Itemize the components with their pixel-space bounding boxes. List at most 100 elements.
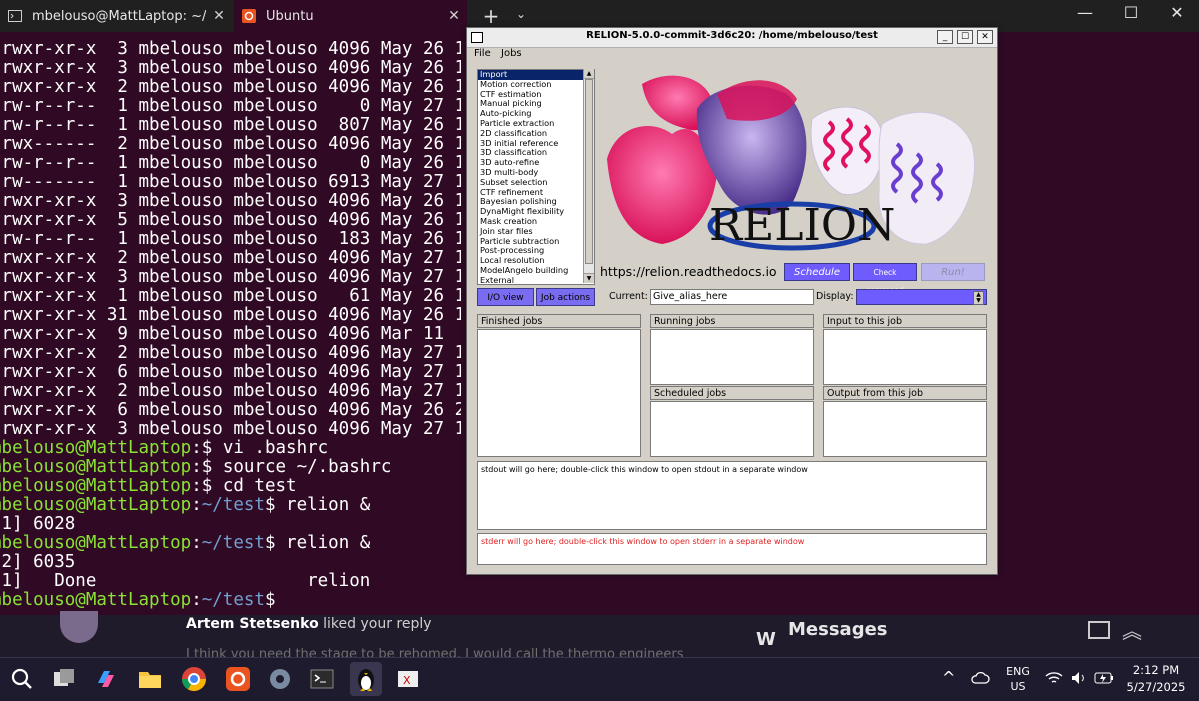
job-type-list[interactable]: Import Motion correction CTF estimation Man… [477, 69, 595, 285]
running-jobs-header: Running jobs [650, 314, 814, 328]
linux-tux-icon[interactable] [350, 662, 382, 696]
prompt-user: mbelouso@MattLaptop [0, 477, 192, 496]
terminal-line: drwxr-xr-x 2 mbelouso mbelouso 4096 May … [0, 382, 461, 401]
scroll-thumb[interactable] [585, 79, 593, 264]
maximize-button[interactable]: ☐ [957, 30, 973, 44]
menu-jobs[interactable]: Jobs [501, 48, 522, 59]
lang-text: ENG [1006, 665, 1030, 678]
ubuntu-icon[interactable] [224, 665, 252, 693]
maximize-button[interactable]: ☐ [1108, 0, 1154, 28]
taskbar: X ^ ENG US 2:12 PM 5/27/2025 [0, 657, 1199, 701]
ubuntu-icon [242, 9, 256, 23]
background-app: Artem Stetsenko liked your reply I think… [0, 611, 1199, 662]
terminal-line: [1] Done relion [0, 572, 371, 591]
finished-jobs-list[interactable] [477, 329, 641, 457]
minimize-button[interactable]: _ [937, 30, 953, 44]
prompt-user: mbelouso@MattLaptop [0, 534, 192, 553]
terminal-line: -rw-r--r-- 1 mbelouso mbelouso 0 May 27 … [0, 97, 461, 116]
terminal-line: drwxr-xr-x 2 mbelouso mbelouso 4096 May … [0, 78, 461, 97]
search-icon[interactable] [8, 665, 36, 693]
new-tab-icon[interactable]: + [480, 4, 502, 28]
tab-label: Ubuntu [266, 8, 314, 24]
terminal-output[interactable]: drwxr-xr-x 3 mbelouso mbelouso 4096 May … [0, 40, 461, 610]
stderr-text: stderr will go here; double-click this w… [481, 537, 805, 546]
running-jobs-list[interactable] [650, 329, 814, 385]
prompt-separator: : [191, 477, 202, 496]
volume-icon[interactable] [1070, 670, 1088, 689]
avatar [60, 611, 98, 643]
close-button[interactable]: ✕ [1154, 0, 1199, 28]
relion-menubar: File Jobs [467, 48, 997, 62]
input-job-list[interactable] [823, 329, 987, 385]
terminal-line: -rwxr-xr-x 1 mbelouso mbelouso 61 May 26… [0, 287, 461, 306]
compose-icon[interactable] [1088, 621, 1110, 639]
language-indicator[interactable]: ENG US [1006, 664, 1030, 694]
run-button[interactable]: Run! [921, 263, 985, 281]
prompt-user: mbelouso@MattLaptop [0, 591, 192, 610]
terminal-icon[interactable] [308, 665, 336, 693]
prompt-dollar: $ [264, 496, 287, 515]
scroll-down-icon[interactable]: ▼ [584, 273, 594, 283]
stdout-box[interactable]: stdout will go here; double-click this w… [477, 461, 987, 530]
clock-time: 2:12 PM [1132, 663, 1180, 677]
prompt-separator: : [191, 534, 202, 553]
relion-titlebar: RELION-5.0.0-commit-3d6c20: /home/mbelou… [467, 28, 997, 48]
task-view-icon[interactable] [50, 665, 78, 693]
system-clock[interactable]: 2:12 PM 5/27/2025 [1118, 662, 1194, 696]
command-text: source ~/.bashrc [222, 458, 392, 477]
minimize-button[interactable]: — [1062, 0, 1108, 28]
liker-name[interactable]: Artem Stetsenko [186, 616, 319, 632]
notification-text: Artem Stetsenko liked your reply [186, 616, 432, 632]
terminal-line: drwxr-xr-x 3 mbelouso mbelouso 4096 May … [0, 420, 461, 439]
terminal-line: drwxr-xr-x 6 mbelouso mbelouso 4096 May … [0, 363, 461, 382]
close-tab-icon[interactable]: ✕ [441, 8, 467, 24]
prompt-separator: : [191, 591, 202, 610]
chevron-up-icon[interactable]: ︽ [1122, 615, 1142, 644]
menu-file[interactable]: File [474, 48, 491, 59]
schedule-button[interactable]: Schedule [784, 263, 850, 281]
terminal-line: drwxr-xr-x 6 mbelouso mbelouso 4096 May … [0, 401, 461, 420]
settings-icon[interactable] [266, 665, 294, 693]
io-view-button[interactable]: I/O view [477, 288, 534, 306]
wifi-icon[interactable] [1045, 670, 1063, 689]
chevron-up-icon[interactable]: ^ [942, 668, 955, 687]
job-actions-button[interactable]: Job actions [536, 288, 595, 306]
terminal-line: drwxr-xr-x 2 mbelouso mbelouso 4096 May … [0, 344, 461, 363]
chevron-down-icon[interactable]: ⌄ [512, 7, 530, 21]
docs-url[interactable]: https://relion.readthedocs.io [600, 264, 777, 279]
check-command-button[interactable]: Check command [853, 263, 917, 295]
prompt-separator: : [191, 458, 202, 477]
chrome-icon[interactable] [180, 665, 208, 693]
prompt-path: ~/test [201, 591, 265, 610]
display-label: Display: [816, 291, 854, 302]
x-server-icon[interactable]: X [394, 665, 422, 693]
prompt-user: mbelouso@MattLaptop [0, 458, 192, 477]
close-tab-icon[interactable]: ✕ [206, 8, 232, 24]
job-type-item[interactable]: External [478, 275, 594, 284]
relion-logo-text: RELION [709, 200, 895, 251]
svg-text:X: X [403, 674, 411, 687]
file-explorer-icon[interactable] [136, 665, 164, 693]
display-select[interactable]: ▲ ▼ [856, 289, 987, 305]
tab-ubuntu[interactable]: Ubuntu ✕ [234, 0, 467, 32]
battery-icon[interactable] [1094, 670, 1114, 689]
messages-title[interactable]: Messages [788, 619, 888, 640]
chevron-down-icon[interactable]: ▲ ▼ [973, 291, 984, 305]
prompt-dollar: $ [264, 534, 287, 553]
copilot-icon[interactable] [92, 665, 120, 693]
stderr-box[interactable]: stderr will go here; double-click this w… [477, 533, 987, 565]
tab-src[interactable]: mbelouso@MattLaptop: ~/src, ✕ [0, 0, 232, 32]
tab-label: mbelouso@MattLaptop: ~/src, [32, 8, 206, 24]
scroll-up-icon[interactable]: ▲ [584, 69, 594, 79]
cloud-icon[interactable] [970, 670, 990, 689]
command-text: cd test [222, 477, 297, 496]
output-job-list[interactable] [823, 401, 987, 457]
terminal-line: drwxr-xr-x 3 mbelouso mbelouso 4096 May … [0, 59, 461, 78]
scheduled-jobs-list[interactable] [650, 401, 814, 457]
close-button[interactable]: ✕ [977, 30, 993, 44]
terminal-line: drwxr-xr-x 3 mbelouso mbelouso 4096 May … [0, 40, 461, 59]
clock-date: 5/27/2025 [1126, 680, 1186, 694]
command-text: relion & [286, 496, 371, 515]
job-list-scrollbar[interactable]: ▲ ▼ [583, 69, 594, 283]
current-alias-input[interactable]: Give_alias_here [650, 289, 814, 305]
